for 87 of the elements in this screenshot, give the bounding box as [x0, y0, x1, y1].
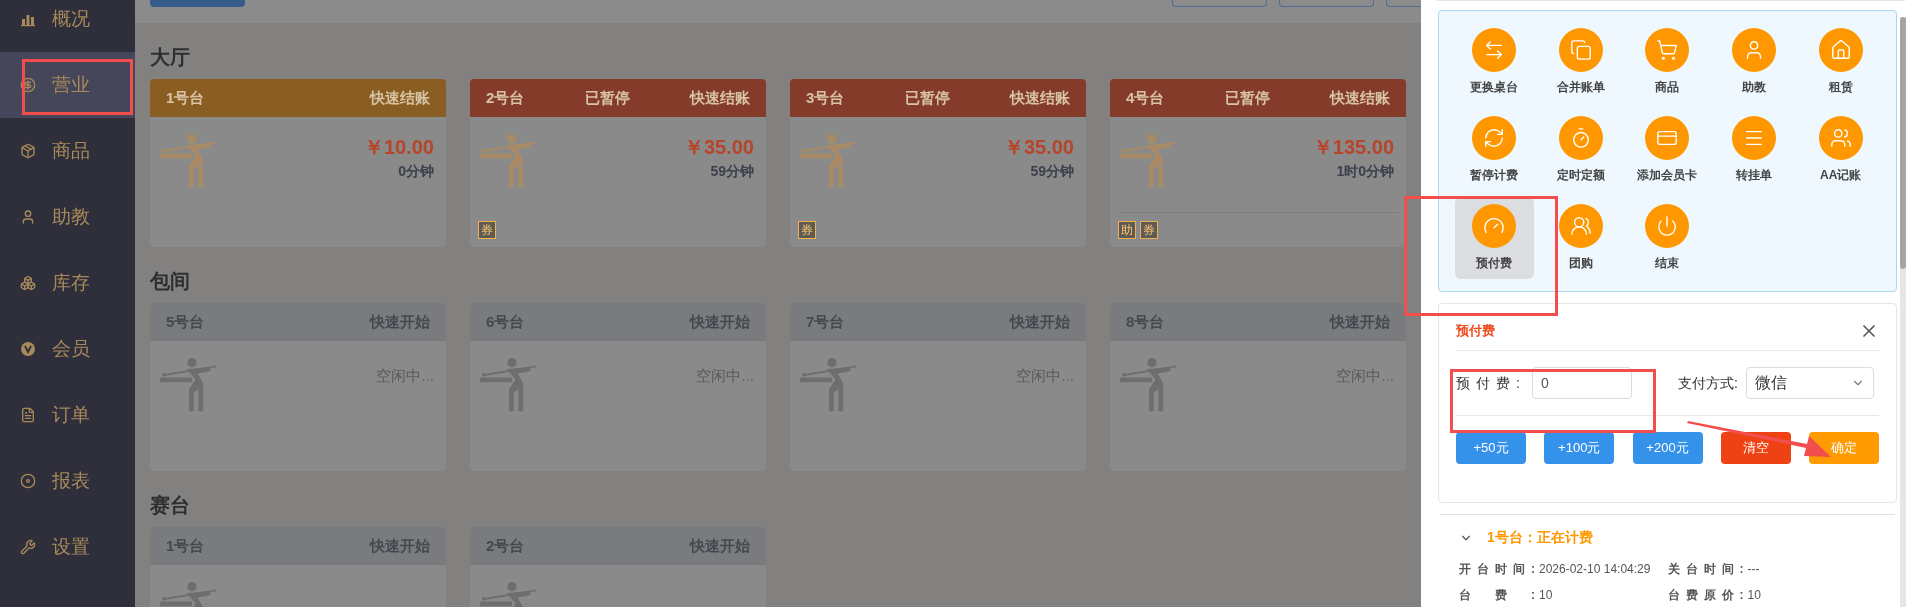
wrench-icon — [20, 539, 36, 555]
action-button[interactable]: 预付费 — [1455, 197, 1534, 279]
prepay-amount-input[interactable]: 0 — [1532, 367, 1632, 399]
section-title: 包间 — [150, 269, 191, 293]
panel-title: 预付费 — [1456, 322, 1495, 341]
house-icon — [1829, 39, 1852, 61]
action-button[interactable]: 更换桌台 — [1455, 21, 1534, 103]
table-status: 已暂停 — [904, 87, 950, 108]
amount-button[interactable]: +200元 — [1632, 432, 1703, 464]
action-button[interactable]: 商品 — [1628, 21, 1707, 103]
table-duration: 59分钟 — [1030, 162, 1074, 181]
sidebar-item[interactable]: 报表 — [0, 448, 135, 514]
tag-badge: 券 — [1140, 221, 1158, 239]
outline-button[interactable] — [1172, 0, 1267, 7]
quick-action-link[interactable]: 快速结账 — [1010, 86, 1070, 110]
table-duration: 59分钟 — [710, 162, 754, 181]
action-button[interactable]: 添加会员卡 — [1628, 109, 1707, 191]
person-icon — [20, 209, 36, 225]
info-label: 开台时间: — [1459, 561, 1535, 578]
coin-icon — [20, 77, 36, 93]
table-name: 1号台 — [166, 87, 205, 108]
disc-icon — [20, 473, 36, 489]
table-name: 4号台 — [1126, 87, 1165, 108]
action-button[interactable]: 结束 — [1628, 197, 1707, 279]
field-label: 预付费: — [1456, 373, 1520, 393]
payment-method-select[interactable]: 微信 — [1745, 367, 1874, 399]
info-label: 台费原价: — [1667, 587, 1744, 604]
section-title: 大厅 — [150, 45, 191, 69]
sidebar-item[interactable]: 订单 — [0, 382, 135, 448]
action-button[interactable]: 转挂单 — [1714, 109, 1794, 191]
table-duration: 1时0分钟 — [1336, 162, 1394, 181]
action-button[interactable]: 暂停计费 — [1455, 109, 1534, 191]
sidebar-item[interactable]: 商品 — [0, 118, 135, 184]
sidebar-item[interactable]: 概况 — [0, 0, 135, 52]
field-label: 支付方式: — [1678, 373, 1738, 393]
badge-icon — [20, 341, 36, 357]
outline-button[interactable] — [1279, 0, 1374, 7]
action-button[interactable]: 团购 — [1541, 197, 1621, 279]
action-button[interactable]: 租赁 — [1801, 21, 1880, 103]
sidebar-item[interactable]: 库存 — [0, 250, 135, 316]
info-value: 10 — [1747, 587, 1761, 604]
action-button[interactable]: AA记账 — [1801, 109, 1880, 191]
table-status: 已暂停 — [584, 87, 630, 108]
table-card[interactable]: 2号台 已暂停 快速结账 ￥35.00 59分钟 券 — [470, 79, 766, 247]
sidebar-item[interactable]: 会员 — [0, 316, 135, 382]
quick-action-link[interactable]: 快速结账 — [370, 86, 430, 110]
info-value: 2026-02-10 14:04:29 — [1539, 561, 1651, 578]
boxes-icon — [20, 275, 36, 291]
info-value: 10 — [1539, 587, 1553, 604]
table-price: ￥35.00 — [1003, 135, 1074, 160]
table-status: 已暂停 — [1224, 87, 1270, 108]
amount-button[interactable]: +50元 — [1456, 432, 1526, 464]
package-icon — [20, 143, 36, 159]
copy-icon — [1569, 39, 1592, 61]
tag-badge: 券 — [478, 221, 496, 239]
table-price: ￥35.00 — [683, 135, 754, 160]
amount-button[interactable]: +100元 — [1544, 432, 1615, 464]
table-info-header[interactable]: 1号台：正在计费 — [1459, 527, 1876, 548]
section-title: 赛台 — [150, 493, 191, 517]
info-label: 关台时间: — [1667, 561, 1744, 578]
quick-action-link[interactable]: 快速结账 — [690, 86, 750, 110]
action-button[interactable]: 定时定额 — [1541, 109, 1621, 191]
refresh-icon — [1483, 127, 1506, 149]
sidebar-item[interactable]: 助教 — [0, 184, 135, 250]
table-name: 3号台 — [806, 87, 845, 108]
table-name: 2号台 — [486, 87, 525, 108]
table-card[interactable]: 4号台 已暂停 快速结账 ￥135.00 1时0分钟 助 券 — [1110, 79, 1406, 247]
info-label: 台费: — [1459, 587, 1535, 604]
tag-badge: 助 — [1118, 221, 1136, 239]
quick-action-link[interactable]: 快速结账 — [1330, 86, 1390, 110]
table-price: ￥10.00 — [363, 135, 434, 160]
document-icon — [20, 407, 36, 423]
action-button[interactable]: 合并账单 — [1541, 21, 1621, 103]
table-card[interactable]: 1号台 快速结账 ￥10.00 0分钟 — [150, 79, 446, 247]
people-icon — [1569, 215, 1592, 237]
sidebar-item[interactable]: 设置 — [0, 514, 135, 580]
table-duration: 0分钟 — [398, 162, 434, 181]
power-icon — [1656, 215, 1679, 237]
action-button[interactable]: 助教 — [1714, 21, 1794, 103]
tag-badge: 券 — [798, 221, 816, 239]
info-value: --- — [1747, 561, 1760, 578]
table-card[interactable]: 3号台 已暂停 快速结账 ￥35.00 59分钟 券 — [790, 79, 1086, 247]
people-icon — [1829, 127, 1852, 149]
cart-icon — [1656, 39, 1679, 61]
table-price: ￥135.00 — [1312, 135, 1394, 160]
primary-button[interactable] — [150, 0, 245, 7]
amount-button[interactable]: 清空 — [1720, 432, 1791, 464]
